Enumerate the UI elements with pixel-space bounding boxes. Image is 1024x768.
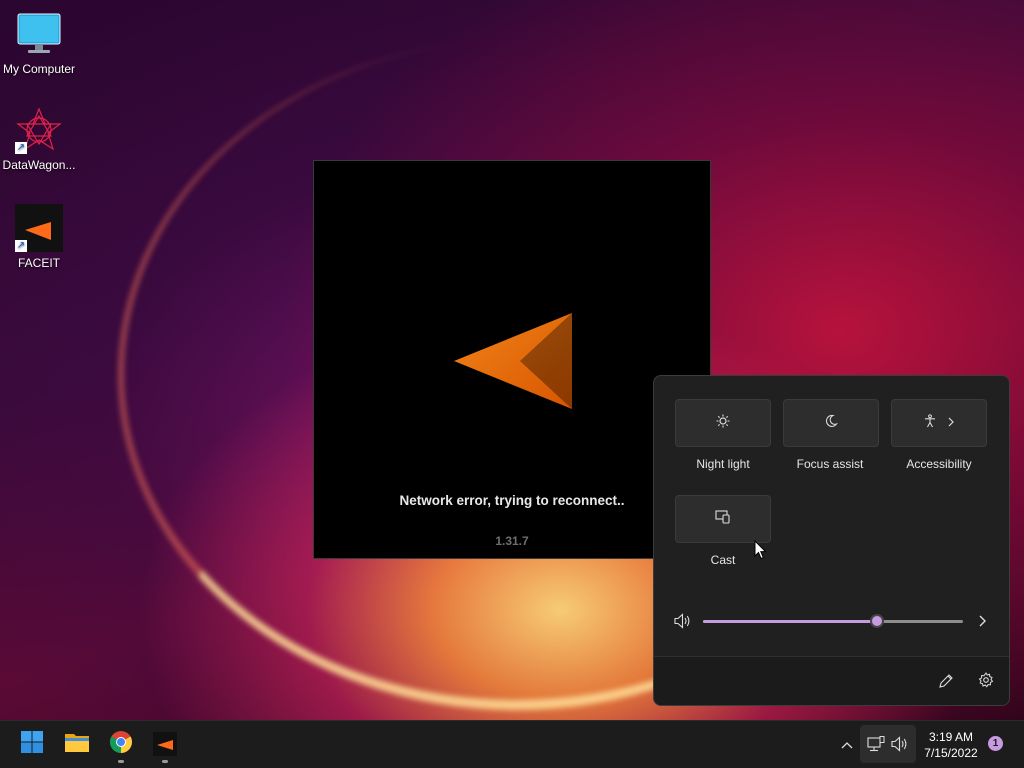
chevron-right-icon [947, 414, 955, 432]
taskbar: 3:19 AM 7/15/2022 1 [0, 720, 1024, 768]
datawagon-icon: ↗ [15, 106, 63, 154]
clock[interactable]: 3:19 AM 7/15/2022 [916, 729, 986, 761]
accessibility-toggle[interactable] [891, 399, 987, 447]
running-indicator [118, 760, 124, 763]
focus-assist-toggle[interactable] [783, 399, 879, 447]
volume-icon [891, 736, 909, 757]
chrome-icon [109, 730, 133, 759]
clock-date: 7/15/2022 [924, 746, 978, 760]
night-light-toggle[interactable] [675, 399, 771, 447]
start-button[interactable] [12, 721, 52, 767]
cast-toggle[interactable] [675, 495, 771, 543]
night-light-icon [716, 414, 730, 433]
running-indicator [162, 760, 168, 763]
edit-pencil-icon[interactable] [938, 673, 954, 694]
version-label: 1.31.7 [495, 534, 529, 548]
accessibility-label: Accessibility [906, 457, 972, 471]
settings-gear-icon[interactable] [978, 672, 994, 693]
volume-slider-thumb[interactable] [870, 614, 884, 628]
cast-icon [715, 509, 731, 529]
monitor-icon [15, 10, 63, 58]
desktop-icon-label: My Computer [2, 62, 76, 76]
night-light-label: Night light [696, 457, 750, 471]
clock-time: 3:19 AM [928, 730, 974, 744]
connection-status: Network error, trying to reconnect.. [399, 493, 625, 508]
mouse-cursor-icon [754, 539, 768, 565]
moon-icon [824, 414, 838, 433]
quick-settings-tray-button[interactable] [860, 725, 916, 763]
faceit-icon [153, 732, 177, 756]
accessibility-icon [923, 413, 937, 433]
faceit-logo-icon [454, 311, 578, 416]
show-hidden-icons-chevron-icon[interactable] [840, 737, 854, 755]
desktop-icon-label: DataWagon... [2, 158, 76, 172]
desktop-icon-my-computer[interactable]: My Computer [0, 10, 78, 76]
focus-assist-label: Focus assist [796, 457, 864, 471]
desktop-icon-label: FACEIT [17, 256, 60, 270]
volume-output-chevron-icon[interactable] [977, 614, 987, 633]
windows-start-icon [20, 730, 44, 759]
volume-slider-fill [703, 620, 877, 623]
taskbar-faceit[interactable] [145, 721, 185, 767]
desktop-icon-datawagon[interactable]: ↗ DataWagon... [0, 106, 78, 172]
taskbar-file-explorer[interactable] [57, 721, 97, 767]
desktop-icon-faceit[interactable]: ↗ FACEIT [0, 204, 78, 270]
faceit-window[interactable]: Network error, trying to reconnect.. 1.3… [313, 160, 711, 559]
shortcut-arrow-icon: ↗ [15, 142, 27, 154]
quick-settings-footer [654, 656, 1009, 705]
taskbar-chrome[interactable] [101, 721, 141, 767]
faceit-icon: ↗ [15, 204, 63, 252]
speaker-icon[interactable] [674, 613, 692, 634]
network-icon [867, 736, 885, 757]
shortcut-arrow-icon: ↗ [15, 240, 27, 252]
notification-badge[interactable]: 1 [988, 736, 1003, 751]
file-explorer-icon [64, 731, 90, 758]
volume-slider[interactable] [703, 614, 963, 628]
quick-settings-panel: Night light Focus assist Accessibility C… [653, 375, 1010, 706]
